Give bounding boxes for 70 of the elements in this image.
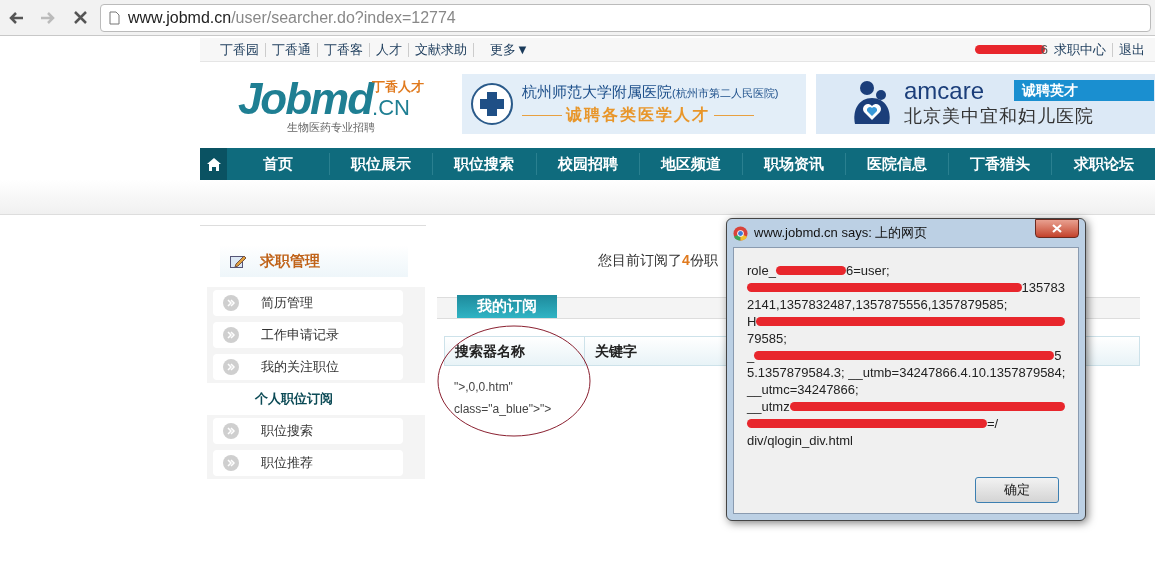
banner-title: 杭州师范大学附属医院 bbox=[522, 81, 672, 102]
banner-badge: 诚聘英才 bbox=[1014, 80, 1155, 101]
banner-title: 北京美中宜和妇儿医院 bbox=[904, 104, 1095, 128]
message-text: __utmc=34247866; bbox=[747, 381, 859, 398]
account-link[interactable]: 求职中心 bbox=[1048, 42, 1113, 57]
message-text: 2141,1357832487,1357875556,1357879585; bbox=[747, 296, 1008, 313]
double-chevron-icon bbox=[223, 455, 239, 471]
message-text: div/qlogin_div.html bbox=[747, 432, 853, 449]
message-text: 5.1357879584.3; __utmb=34247866.4.10.1357879584; bbox=[747, 364, 1066, 381]
message-text: role_ bbox=[747, 262, 776, 279]
message-text: 135783 bbox=[1021, 279, 1065, 296]
back-arrow-icon bbox=[8, 10, 24, 25]
subscription-summary: 您目前订阅了4份职 bbox=[598, 251, 718, 270]
sidebar-item[interactable]: 个人职位订阅 bbox=[200, 383, 426, 415]
redaction-mark bbox=[775, 266, 846, 275]
sidebar-item[interactable]: 职位搜索 bbox=[207, 415, 425, 447]
nav-item[interactable]: 校园招聘 bbox=[536, 152, 640, 176]
message-text: _ bbox=[747, 347, 755, 364]
column-header: 搜索器名称 bbox=[455, 341, 525, 361]
sidebar-item[interactable]: 我的关注职位 bbox=[207, 351, 425, 383]
close-icon bbox=[1052, 224, 1062, 233]
banner-subtitle: (杭州市第二人民医院) bbox=[672, 86, 779, 101]
column-header: 关键字 bbox=[595, 341, 637, 361]
forward-arrow-icon bbox=[40, 10, 56, 25]
sidebar-item[interactable]: 工作申请记录 bbox=[207, 319, 425, 351]
top-link[interactable]: 文献求助 bbox=[409, 42, 474, 57]
amcare-brand: amcare bbox=[904, 78, 985, 103]
dialog-title: www.jobmd.cn says: 上的网页 bbox=[754, 224, 928, 243]
message-text: __utmz bbox=[747, 398, 790, 415]
close-icon bbox=[73, 11, 87, 24]
user-id: 6 bbox=[1040, 40, 1048, 59]
top-link[interactable]: 丁香园 bbox=[214, 42, 266, 57]
sidebar-item[interactable]: 简历管理 bbox=[207, 287, 425, 319]
edit-icon bbox=[230, 254, 246, 268]
url-text: www.jobmd.cn/user/searcher.do?index=12774 bbox=[128, 7, 456, 28]
nav-item[interactable]: 医院信息 bbox=[845, 152, 949, 176]
more-link[interactable]: 更多▼ bbox=[490, 39, 529, 60]
close-button[interactable] bbox=[1035, 219, 1079, 238]
nav-item[interactable]: 首页 bbox=[227, 152, 331, 176]
double-chevron-icon bbox=[223, 327, 239, 343]
nav-item[interactable]: 地区频道 bbox=[639, 152, 743, 176]
message-text: H bbox=[747, 313, 757, 330]
sidebar-item[interactable]: 职位推荐 bbox=[207, 447, 425, 479]
hospital-banner[interactable]: 杭州师范大学附属医院(杭州市第二人民医院) 诚聘各类医学人才 bbox=[462, 74, 806, 134]
double-chevron-icon bbox=[223, 359, 239, 375]
browser-logo-icon bbox=[733, 225, 748, 241]
table-cell-text: ">,0,0.htm" class="a_blue">"> bbox=[454, 379, 553, 418]
amcare-banner[interactable]: amcare 诚聘英才 北京美中宜和妇儿医院 bbox=[816, 74, 1155, 134]
banner-tagline: 诚聘各类医学人才 bbox=[566, 105, 710, 126]
nav-item[interactable]: 职位展示 bbox=[330, 152, 434, 176]
nav-item[interactable]: 职位搜索 bbox=[433, 152, 537, 176]
top-link[interactable]: 人才 bbox=[370, 42, 409, 57]
message-text: 6=user; bbox=[845, 262, 890, 279]
page-icon bbox=[109, 10, 120, 25]
home-button[interactable] bbox=[200, 148, 228, 180]
home-icon bbox=[206, 157, 221, 171]
nav-item[interactable]: 职场资讯 bbox=[742, 152, 846, 176]
double-chevron-icon bbox=[223, 295, 239, 311]
message-text: 5 bbox=[1054, 347, 1062, 364]
nav-item[interactable]: 求职论坛 bbox=[1051, 152, 1155, 176]
address-bar[interactable]: www.jobmd.cn/user/searcher.do?index=12774 bbox=[100, 3, 1151, 32]
double-chevron-icon bbox=[223, 423, 239, 439]
top-link[interactable]: 丁香客 bbox=[318, 42, 370, 57]
account-link[interactable]: 退出 bbox=[1113, 42, 1151, 57]
message-text: =/ bbox=[987, 415, 999, 432]
nav-item[interactable]: 丁香猎头 bbox=[948, 152, 1052, 176]
top-link[interactable]: 丁香通 bbox=[266, 42, 318, 57]
message-text: 79585; bbox=[747, 330, 787, 347]
cross-emblem-icon bbox=[470, 82, 514, 126]
ok-button[interactable]: 确定 bbox=[975, 477, 1059, 503]
